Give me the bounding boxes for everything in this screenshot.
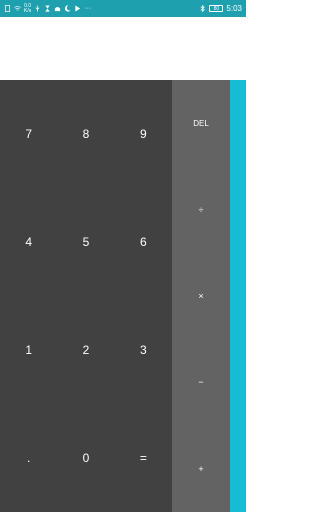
usb-icon bbox=[35, 5, 40, 12]
android-icon bbox=[55, 6, 61, 12]
digit-6-button[interactable]: 6 bbox=[115, 188, 172, 296]
digit-4-button[interactable]: 4 bbox=[0, 188, 57, 296]
digit-8-button[interactable]: 8 bbox=[57, 80, 114, 188]
clock: 5:03 bbox=[226, 4, 242, 13]
network-speed: 0.0 K/s bbox=[24, 3, 32, 14]
subtract-button[interactable]: − bbox=[172, 339, 230, 425]
add-button[interactable]: + bbox=[172, 426, 230, 512]
digit-2-button[interactable]: 2 bbox=[57, 296, 114, 404]
digit-3-button[interactable]: 3 bbox=[115, 296, 172, 404]
divide-button[interactable]: ÷ bbox=[172, 166, 230, 252]
hourglass-icon bbox=[45, 5, 50, 12]
battery-level: 80 bbox=[213, 6, 220, 12]
battery-icon: 80 bbox=[209, 5, 224, 12]
document-icon bbox=[4, 5, 11, 12]
digit-7-button[interactable]: 7 bbox=[0, 80, 57, 188]
decimal-point-button[interactable]: . bbox=[0, 404, 57, 512]
more-notifications-icon: ··· bbox=[84, 5, 92, 12]
advanced-functions-panel-handle[interactable] bbox=[230, 80, 246, 512]
status-left: 0.0 K/s ··· bbox=[4, 3, 199, 14]
delete-button[interactable]: DEL bbox=[172, 80, 230, 166]
calculator-display[interactable] bbox=[0, 17, 246, 80]
wifi-icon bbox=[14, 5, 21, 11]
operator-pad: DEL ÷ × − + bbox=[172, 80, 230, 512]
digit-0-button[interactable]: 0 bbox=[57, 404, 114, 512]
status-bar: 0.0 K/s ··· 80 5:03 bbox=[0, 0, 246, 17]
digit-1-button[interactable]: 1 bbox=[0, 296, 57, 404]
speed-unit: K/s bbox=[24, 7, 32, 14]
bluetooth-icon bbox=[200, 5, 206, 12]
multiply-button[interactable]: × bbox=[172, 253, 230, 339]
moon-icon bbox=[65, 5, 71, 12]
numeric-keypad: 7 8 9 4 5 6 1 2 3 . 0 = bbox=[0, 80, 172, 512]
digit-5-button[interactable]: 5 bbox=[57, 188, 114, 296]
equals-button[interactable]: = bbox=[115, 404, 172, 512]
digit-9-button[interactable]: 9 bbox=[115, 80, 172, 188]
status-right: 80 5:03 bbox=[199, 4, 242, 13]
play-icon bbox=[75, 5, 81, 12]
